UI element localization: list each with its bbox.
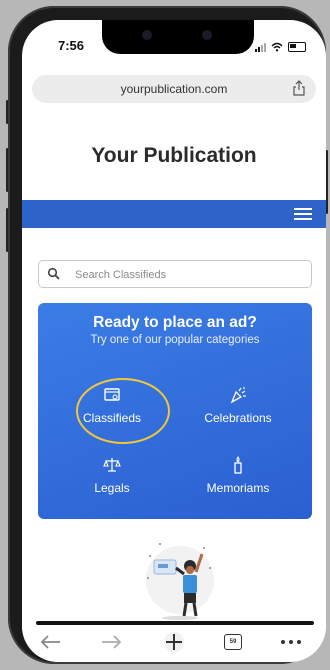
more-options-icon[interactable]: [276, 630, 306, 654]
back-arrow-icon[interactable]: [36, 630, 66, 654]
phone-screen: 7:56 yourpublication.com Your Publicatio…: [22, 20, 326, 662]
status-bar: 7:56: [22, 20, 326, 70]
url-text: yourpublication.com: [120, 82, 228, 96]
tab-count-icon: 59: [224, 634, 242, 650]
category-label: Celebrations: [204, 411, 272, 425]
panel-subtitle: Try one of our popular categories: [90, 334, 260, 346]
panel-title: Ready to place an ad?: [93, 314, 257, 331]
battery-icon: [288, 42, 306, 52]
address-bar[interactable]: yourpublication.com: [32, 75, 316, 103]
share-icon[interactable]: [292, 80, 306, 96]
category-label: Legals: [94, 481, 130, 495]
search-input[interactable]: [73, 264, 307, 286]
tabs-button[interactable]: 59: [218, 630, 248, 654]
notch: [102, 20, 254, 54]
phone-frame: 7:56 yourpublication.com Your Publicatio…: [8, 6, 326, 664]
category-legals[interactable]: Legals: [52, 455, 172, 495]
category-celebrations[interactable]: Celebrations: [178, 385, 298, 425]
candle-icon: [234, 456, 242, 474]
forward-arrow-icon[interactable]: [96, 630, 126, 654]
site-nav-bar: [22, 200, 326, 228]
party-popper-icon: [230, 387, 246, 404]
hamburger-menu-icon[interactable]: [294, 208, 312, 220]
cellular-signal-icon: [255, 42, 266, 52]
search-icon: [47, 267, 60, 280]
status-time: 7:56: [58, 38, 85, 53]
page-title: Your Publication: [91, 144, 257, 167]
category-memoriams[interactable]: Memoriams: [178, 455, 298, 495]
scroll-indicator-line: [36, 621, 314, 625]
highlight-circle: [76, 378, 170, 444]
scales-icon: [103, 458, 121, 472]
wifi-icon: [271, 42, 283, 52]
person-celebrating-illustration: [146, 543, 214, 620]
search-box: [38, 260, 312, 288]
new-tab-plus-icon[interactable]: [159, 630, 189, 654]
status-icons: [255, 42, 306, 52]
category-label: Memoriams: [206, 481, 270, 495]
